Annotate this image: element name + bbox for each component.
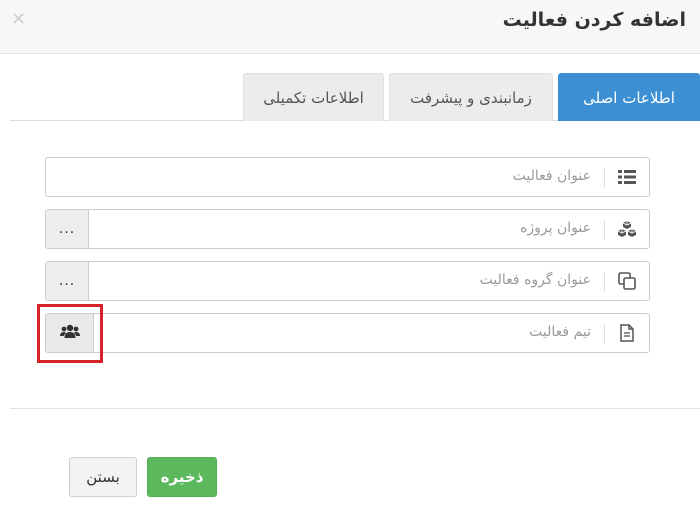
activity-group-title-field[interactable]: عنوان گروه فعالیت ...: [45, 261, 650, 301]
tab-schedule-progress[interactable]: زمانبندی و پیشرفت: [389, 73, 553, 121]
add-activity-dialog: اضافه کردن فعالیت × اطلاعات تکمیلی زمانب…: [0, 0, 700, 531]
close-button[interactable]: بستن: [69, 457, 137, 497]
highlight-box: [37, 304, 103, 363]
activity-title-placeholder: عنوان فعالیت: [512, 168, 591, 184]
list-icon: [605, 158, 649, 196]
activity-team-field[interactable]: تیم فعالیت: [45, 313, 650, 353]
dialog-header: اضافه کردن فعالیت ×: [0, 0, 700, 54]
activity-team-placeholder: تیم فعالیت: [529, 324, 591, 340]
activity-title-field[interactable]: عنوان فعالیت: [45, 157, 650, 197]
activity-group-lookup-button[interactable]: ...: [46, 262, 89, 300]
field-separator: [604, 324, 605, 344]
field-separator: [604, 220, 605, 240]
save-button[interactable]: ذخیره: [147, 457, 217, 497]
field-separator: [604, 272, 605, 292]
tab-additional-info[interactable]: اطلاعات تکمیلی: [243, 73, 384, 121]
cubes-icon: [605, 210, 649, 248]
project-title-field[interactable]: عنوان پروژه ...: [45, 209, 650, 249]
field-separator: [604, 168, 605, 188]
project-lookup-button[interactable]: ...: [46, 210, 89, 248]
dialog-title: اضافه کردن فعالیت: [502, 9, 686, 31]
project-title-placeholder: عنوان پروژه: [520, 220, 591, 236]
activity-group-title-placeholder: عنوان گروه فعالیت: [479, 272, 591, 288]
close-icon[interactable]: ×: [11, 10, 26, 28]
tab-bar: اطلاعات تکمیلی زمانبندی و پیشرفت اطلاعات…: [10, 73, 700, 121]
copy-icon: [605, 262, 649, 300]
tab-main-info[interactable]: اطلاعات اصلی: [558, 73, 700, 121]
document-icon: [605, 314, 649, 352]
footer-divider: [10, 408, 700, 409]
